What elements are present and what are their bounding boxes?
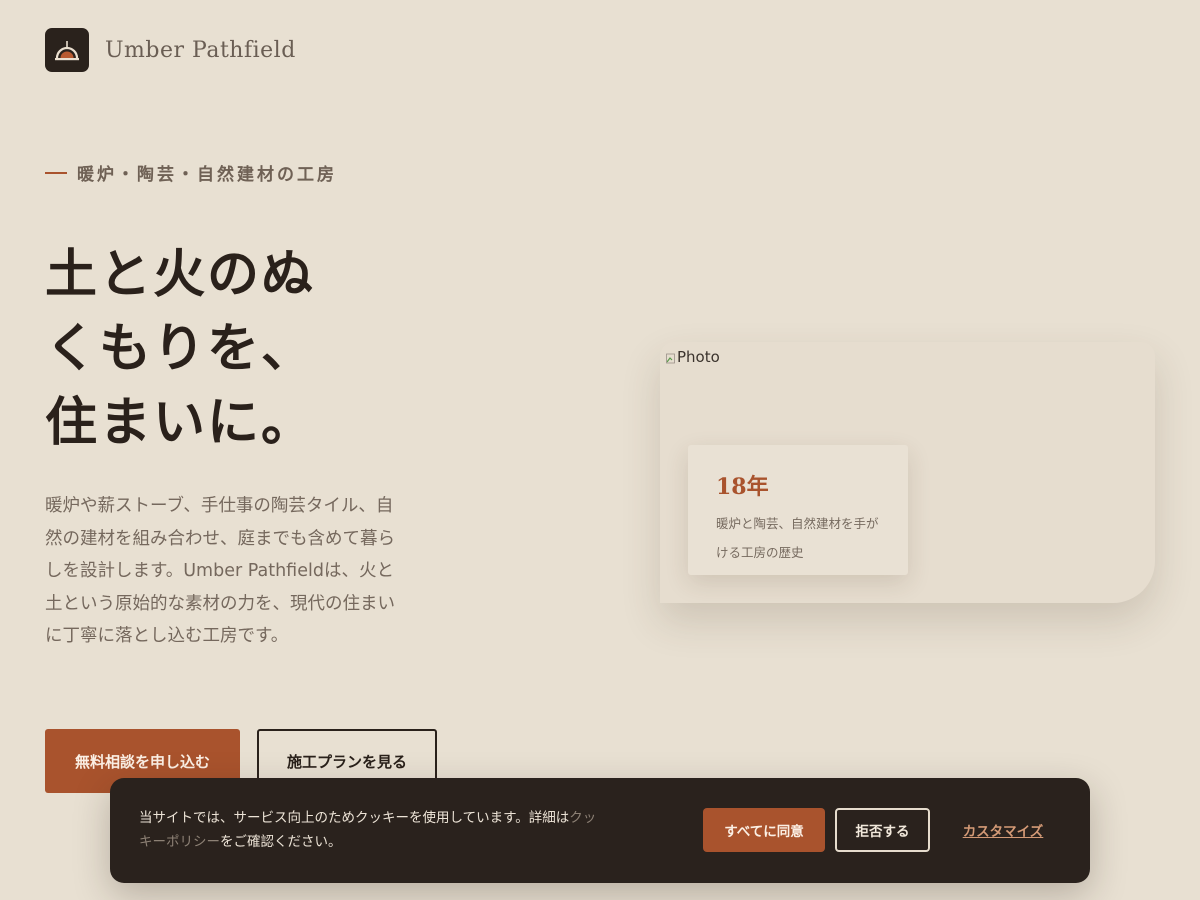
headline-line: 土と火のぬ [45,244,316,305]
stat-value: 18年 [716,474,769,500]
stat-description: 暖炉と陶芸、自然建材を手がける工房の歴史 [716,516,879,560]
eyebrow-dash [45,171,67,174]
hero-photo-card: Photo 18年 暖炉と陶芸、自然建材を手がける工房の歴史 [660,342,1155,603]
hero-headline: 土と火のぬ くもりを、 住まいに。 [45,238,345,460]
photo-alt-text: Photo [677,348,720,366]
cookie-text-before: 当サイトでは、サービス向上のためクッキーを使用しています。詳細は [139,810,570,826]
hero-lead: 暖炉や薪ストーブ、手仕事の陶芸タイル、自然の建材を組み合わせ、庭までも含めて暮ら… [45,496,395,646]
page: Umber Pathfield 暖炉・陶芸・自然建材の工房 土と火のぬ くもりを… [0,0,1200,900]
stat-card: 18年 暖炉と陶芸、自然建材を手がける工房の歴史 [688,445,908,575]
customize-button[interactable]: カスタマイズ [948,808,1058,852]
arch-kiln-icon [45,28,89,72]
eyebrow: 暖炉・陶芸・自然建材の工房 [45,160,337,185]
cookie-message: 当サイトでは、サービス向上のためクッキーを使用しています。詳細はクッキーポリシー… [139,806,599,854]
cookie-banner: 当サイトでは、サービス向上のためクッキーを使用しています。詳細はクッキーポリシー… [110,778,1090,883]
accept-all-button[interactable]: すべてに同意 [703,808,825,852]
headline-line: 住まいに。 [45,392,316,453]
brand-name: Umber Pathfield [105,37,296,63]
reject-button[interactable]: 拒否する [835,808,930,852]
eyebrow-text: 暖炉・陶芸・自然建材の工房 [77,165,337,185]
cookie-text-after: をご確認ください。 [220,834,342,850]
headline-line: くもりを、 [45,318,316,379]
hero-photo: Photo [666,348,720,366]
brand[interactable]: Umber Pathfield [45,28,296,72]
broken-image-icon [666,351,676,364]
